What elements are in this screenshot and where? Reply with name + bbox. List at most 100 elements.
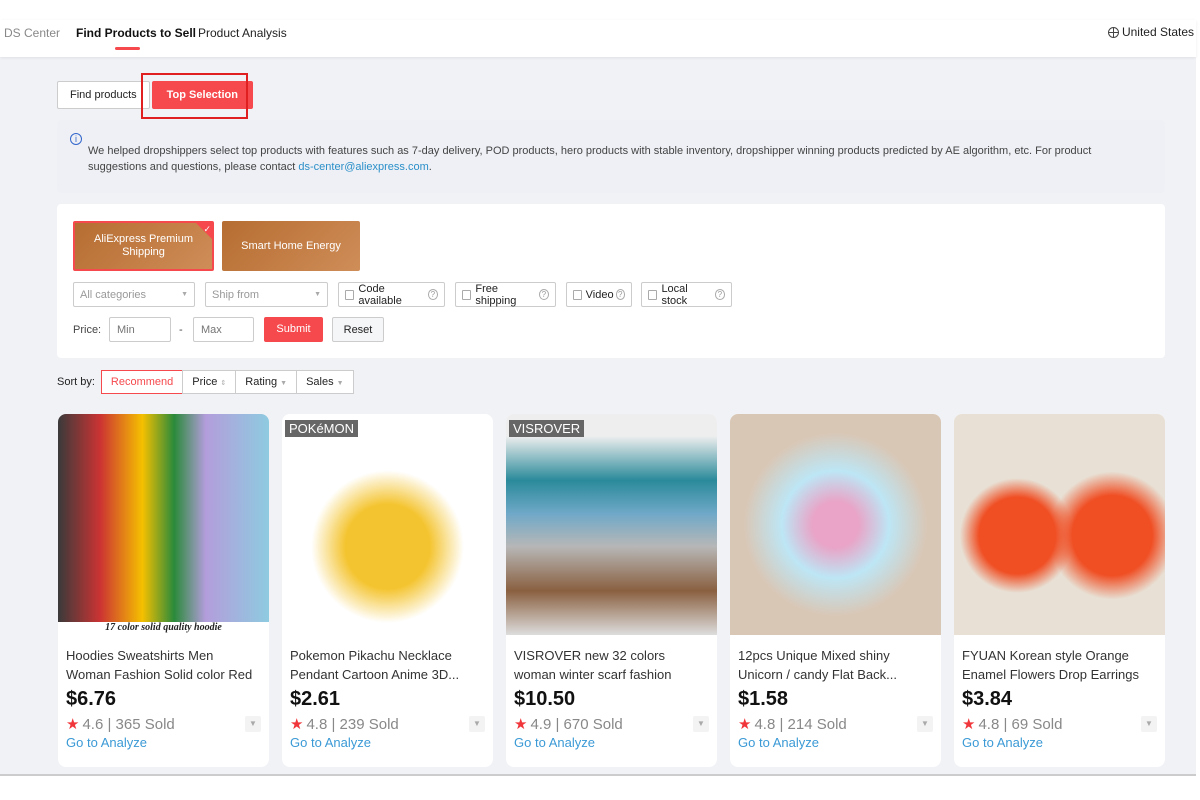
- chevron-down-icon[interactable]: ▼: [693, 716, 709, 732]
- sort-rating-label: Rating: [245, 376, 278, 388]
- product-title[interactable]: 12pcs Unique Mixed shiny Unicorn / candy…: [730, 635, 941, 684]
- local-stock-checkbox[interactable]: Local stock?: [641, 282, 732, 307]
- sort-arrows-icon: ⇕: [220, 380, 227, 387]
- video-checkbox[interactable]: Video?: [566, 282, 632, 307]
- product-title[interactable]: VISROVER new 32 colors woman winter scar…: [506, 635, 717, 684]
- collection-label: AliExpress Premium Shipping: [93, 233, 194, 258]
- rating-value: 4.6: [82, 715, 104, 733]
- collection-premium-shipping[interactable]: AliExpress Premium Shipping ✓: [73, 221, 214, 271]
- checkbox-label: Code available: [358, 282, 402, 307]
- go-to-analyze-link[interactable]: Go to Analyze: [58, 733, 269, 750]
- checkbox-label: Free shipping: [475, 282, 517, 307]
- info-text: We helped dropshippers select top produc…: [88, 145, 1092, 173]
- go-to-analyze-link[interactable]: Go to Analyze: [954, 733, 1165, 750]
- rating-value: 4.8: [306, 715, 328, 733]
- product-rating-row: ★ 4.9 | 670 Sold ▼: [506, 711, 717, 733]
- product-title[interactable]: FYUAN Korean style Orange Enamel Flowers…: [954, 635, 1165, 684]
- active-nav-indicator: [115, 47, 140, 50]
- chevron-down-icon: ▼: [314, 291, 321, 298]
- rating-value: 4.8: [754, 715, 776, 733]
- checkbox-icon: [462, 289, 472, 300]
- product-image[interactable]: POKéMON: [282, 414, 493, 635]
- product-rating-row: ★ 4.6 | 365 Sold ▼: [58, 711, 269, 733]
- nav-find-products[interactable]: Find Products to Sell: [76, 26, 196, 40]
- price-min-input[interactable]: [109, 317, 171, 342]
- rating-value: 4.8: [978, 715, 1000, 733]
- region-label: United States: [1121, 25, 1194, 39]
- rating-value: 4.9: [530, 715, 552, 733]
- code-available-checkbox[interactable]: Code available?: [338, 282, 445, 307]
- checkbox-icon: [573, 289, 582, 300]
- chevron-down-icon: ▼: [181, 291, 188, 298]
- region-selector[interactable]: United States: [1107, 24, 1194, 40]
- go-to-analyze-link[interactable]: Go to Analyze: [506, 733, 717, 750]
- product-card[interactable]: VISROVER VISROVER new 32 colors woman wi…: [506, 414, 717, 767]
- checkbox-icon: [648, 289, 658, 300]
- product-image[interactable]: [730, 414, 941, 635]
- sort-label: Sort by:: [57, 376, 95, 388]
- chevron-down-icon: ▼: [280, 380, 288, 387]
- product-image[interactable]: 17 color solid quality hoodie: [58, 414, 269, 635]
- sold-count: 214 Sold: [787, 715, 847, 733]
- nav-ds-center[interactable]: DS Center: [4, 26, 60, 40]
- sort-recommend[interactable]: Recommend: [100, 370, 184, 394]
- sort-price-label: Price: [192, 376, 218, 388]
- product-title[interactable]: Hoodies Sweatshirts Men Woman Fashion So…: [58, 635, 269, 684]
- ship-from-dropdown[interactable]: Ship from ▼: [205, 282, 328, 307]
- chevron-down-icon[interactable]: ▼: [469, 716, 485, 732]
- tab-find-products[interactable]: Find products: [57, 81, 150, 109]
- reset-button[interactable]: Reset: [332, 317, 384, 342]
- help-icon[interactable]: ?: [538, 289, 549, 300]
- contact-email-link[interactable]: ds-center@aliexpress.com: [298, 161, 428, 173]
- go-to-analyze-link[interactable]: Go to Analyze: [282, 733, 493, 750]
- product-grid: 17 color solid quality hoodie Hoodies Sw…: [58, 414, 1165, 767]
- submit-button[interactable]: Submit: [264, 317, 323, 342]
- product-title[interactable]: Pokemon Pikachu Necklace Pendant Cartoon…: [282, 635, 493, 684]
- sold-count: 239 Sold: [339, 715, 399, 733]
- chevron-down-icon[interactable]: ▼: [245, 716, 261, 732]
- checkbox-label: Video: [585, 288, 614, 301]
- help-icon[interactable]: ?: [714, 289, 725, 300]
- chevron-down-icon: ▼: [336, 380, 344, 387]
- product-rating-row: ★ 4.8 | 69 Sold ▼: [954, 711, 1165, 733]
- product-card[interactable]: FYUAN Korean style Orange Enamel Flowers…: [954, 414, 1165, 767]
- brand-label: VISROVER: [509, 420, 585, 437]
- sold-count: 365 Sold: [115, 715, 175, 733]
- category-value: All categories: [80, 288, 147, 301]
- sold-count: 69 Sold: [1011, 715, 1063, 733]
- info-icon: i: [70, 133, 82, 145]
- star-icon: ★: [66, 716, 80, 733]
- star-icon: ★: [738, 716, 752, 733]
- sort-rating[interactable]: Rating ▼: [235, 370, 298, 394]
- product-price: $6.76: [66, 688, 117, 710]
- collection-smart-home-energy[interactable]: Smart Home Energy: [222, 221, 360, 271]
- product-card[interactable]: 17 color solid quality hoodie Hoodies Sw…: [58, 414, 269, 767]
- go-to-analyze-link[interactable]: Go to Analyze: [730, 733, 941, 750]
- sort-price[interactable]: Price ⇕: [182, 370, 237, 394]
- category-dropdown[interactable]: All categories ▼: [73, 282, 195, 307]
- collection-label: Smart Home Energy: [241, 239, 341, 252]
- product-image[interactable]: [954, 414, 1165, 635]
- price-max-input[interactable]: [193, 317, 254, 342]
- checkbox-icon: [345, 289, 355, 300]
- ship-from-value: Ship from: [212, 288, 260, 301]
- highlight-box: [141, 73, 248, 119]
- product-price: $1.58: [738, 688, 789, 710]
- star-icon: ★: [962, 716, 976, 733]
- product-card[interactable]: 12pcs Unique Mixed shiny Unicorn / candy…: [730, 414, 941, 767]
- image-caption: 17 color solid quality hoodie: [58, 622, 269, 635]
- sort-sales[interactable]: Sales ▼: [296, 370, 354, 394]
- page: DS Center Find Products to Sell Product …: [0, 20, 1196, 776]
- nav-product-analysis[interactable]: Product Analysis: [198, 26, 287, 40]
- chevron-down-icon[interactable]: ▼: [917, 716, 933, 732]
- product-image[interactable]: VISROVER: [506, 414, 717, 635]
- free-shipping-checkbox[interactable]: Free shipping?: [455, 282, 556, 307]
- chevron-down-icon[interactable]: ▼: [1141, 716, 1157, 732]
- help-icon[interactable]: ?: [427, 289, 438, 300]
- info-banner: i We helped dropshippers select top prod…: [57, 120, 1165, 193]
- top-nav: DS Center Find Products to Sell Product …: [0, 20, 1196, 57]
- star-icon: ★: [514, 716, 528, 733]
- help-icon[interactable]: ?: [615, 289, 625, 300]
- product-rating-row: ★ 4.8 | 214 Sold ▼: [730, 711, 941, 733]
- product-card[interactable]: POKéMON Pokemon Pikachu Necklace Pendant…: [282, 414, 493, 767]
